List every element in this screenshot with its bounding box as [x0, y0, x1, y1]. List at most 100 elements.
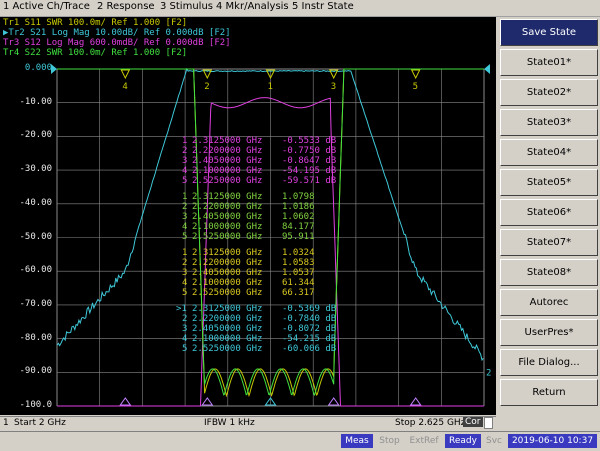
marker-index: 1 — [182, 192, 188, 202]
marker-readout-row: 5 2.5250000 GHz -60.006 dB — [182, 344, 336, 354]
marker-index: >1 — [176, 304, 187, 314]
marker-index: 5 — [182, 288, 188, 298]
marker-value: -0.8647 dB — [282, 156, 337, 166]
menu-bar: 1 Active Ch/Trace 2 Response 3 Stimulus … — [0, 0, 600, 17]
softkey-state04[interactable]: State04* — [500, 139, 598, 166]
marker-value: 1.0537 — [282, 268, 315, 278]
marker-index: 4 — [182, 222, 188, 232]
marker-readout-row: 3 2.4050000 GHz -0.8647 dB — [182, 156, 336, 166]
marker-value: -0.7750 dB — [282, 146, 337, 156]
marker-frequency: 2.4050000 GHz — [192, 212, 263, 222]
y-axis-label: -10.00 — [19, 96, 52, 107]
trace-header-tr2[interactable]: ▶Tr2 S21 Log Mag 10.00dB/ Ref 0.000dB [F… — [3, 29, 231, 38]
y-axis-label: -40.00 — [19, 197, 52, 208]
marker-triangle[interactable] — [410, 69, 421, 80]
marker-value: -0.5533 dB — [282, 136, 337, 146]
marker-readout-row: 3 2.4050000 GHz 1.0602 — [182, 212, 315, 222]
marker-index: 2 — [182, 314, 188, 324]
marker-readout-row: 1 2.3125000 GHz 1.0798 — [182, 192, 315, 202]
marker-value: -54.195 dB — [282, 166, 337, 176]
marker-index: 3 — [182, 156, 188, 166]
trace-end-label: 2 — [486, 369, 491, 379]
menu-instr-state[interactable]: 5 Instr State — [292, 1, 354, 12]
status-ready: Ready — [445, 434, 481, 448]
menu-active-ch-trace[interactable]: 1 Active Ch/Trace — [3, 1, 90, 12]
marker-frequency: 2.4050000 GHz — [192, 268, 263, 278]
marker-value: 61.344 — [282, 278, 315, 288]
marker-value: 84.177 — [282, 222, 315, 232]
softkey-file-dialog[interactable]: File Dialog... — [500, 349, 598, 376]
marker-frequency: 2.5250000 GHz — [192, 232, 263, 242]
reference-level-arrow — [484, 64, 490, 74]
marker-frequency: 2.3125000 GHz — [192, 192, 263, 202]
softkey-return[interactable]: Return — [500, 379, 598, 406]
marker-index: 2 — [182, 146, 188, 156]
y-axis-label: -90.00 — [19, 366, 52, 377]
marker-bottom-triangle[interactable] — [201, 397, 214, 406]
softkey-state01[interactable]: State01* — [500, 49, 598, 76]
marker-readout-row: 5 2.5250000 GHz 95.911 — [182, 232, 315, 242]
trace-header-tr4[interactable]: Tr4 S22 SWR 100.0m/ Ref 1.000 [F2] — [3, 49, 187, 58]
marker-number: 1 — [268, 82, 273, 92]
marker-value: 95.911 — [282, 232, 315, 242]
marker-value: 1.0324 — [282, 248, 315, 258]
marker-bottom-triangle[interactable] — [409, 397, 422, 406]
softkey-state02[interactable]: State02* — [500, 79, 598, 106]
scroll-indicator — [484, 417, 493, 429]
marker-triangle[interactable] — [120, 69, 131, 80]
if-bandwidth[interactable]: IFBW 1 kHz — [204, 418, 255, 428]
trace-header-tr3[interactable]: Tr3 S12 Log Mag 600.0mdB/ Ref 0.000dB [F… — [3, 39, 231, 48]
correction-indicator: Cor — [463, 417, 483, 427]
marker-index: 2 — [182, 258, 188, 268]
softkey-state08[interactable]: State08* — [500, 259, 598, 286]
marker-readout-row: 2 2.2200000 GHz 1.0186 — [182, 202, 315, 212]
marker-readout-row: 4 2.1000000 GHz -54.215 dB — [182, 334, 336, 344]
softkey-autorec[interactable]: Autorec — [500, 289, 598, 316]
marker-index: 1 — [182, 136, 188, 146]
marker-readout-row: 1 2.3125000 GHz -0.5533 dB — [182, 136, 336, 146]
menu-stimulus[interactable]: 3 Stimulus — [160, 1, 213, 12]
trace-header-tr1[interactable]: Tr1 S11 SWR 100.0m/ Ref 1.000 [F2] — [3, 19, 187, 28]
marker-readout-row: 1 2.3125000 GHz 1.0324 — [182, 248, 315, 258]
menu-response[interactable]: 2 Response — [97, 1, 155, 12]
marker-frequency: 2.2200000 GHz — [192, 258, 263, 268]
trace-header-tr2-label: Tr2 S21 Log Mag 10.00dB/ Ref 0.000dB [F2… — [8, 28, 231, 38]
y-axis-label: 0.000 — [24, 63, 52, 73]
marker-readout-row: 4 2.1000000 GHz 61.344 — [182, 278, 315, 288]
marker-index: 4 — [182, 278, 188, 288]
channel-number: 1 — [3, 418, 9, 428]
status-stop: Stop — [379, 436, 400, 446]
marker-bottom-triangle[interactable] — [119, 397, 132, 406]
y-axis-label: -50.00 — [19, 231, 52, 242]
marker-readout-row: >1 2.3125000 GHz -0.5369 dB — [176, 304, 336, 314]
marker-index: 3 — [182, 212, 188, 222]
marker-value: -54.215 dB — [282, 334, 337, 344]
softkey-userpres[interactable]: UserPres* — [500, 319, 598, 346]
measurement-plot[interactable]: 421352 Tr1 S11 SWR 100.0m/ Ref 1.000 [F2… — [0, 17, 496, 415]
marker-readout-row: 2 2.2200000 GHz -0.7840 dB — [182, 314, 336, 324]
marker-frequency: 2.5250000 GHz — [192, 344, 263, 354]
marker-frequency: 2.2200000 GHz — [192, 202, 263, 212]
marker-value: -0.8072 dB — [282, 324, 337, 334]
softkey-save-state[interactable]: Save State — [500, 19, 598, 46]
marker-value: 1.0602 — [282, 212, 315, 222]
marker-readout-row: 5 2.5250000 GHz -59.571 dB — [182, 176, 336, 186]
softkey-state03[interactable]: State03* — [500, 109, 598, 136]
marker-readout-row: 5 2.5250000 GHz 66.317 — [182, 288, 315, 298]
marker-number: 3 — [331, 82, 336, 92]
marker-frequency: 2.5250000 GHz — [192, 288, 263, 298]
softkey-state05[interactable]: State05* — [500, 169, 598, 196]
softkey-state07[interactable]: State07* — [500, 229, 598, 256]
marker-number: 4 — [122, 82, 127, 92]
marker-frequency: 2.1000000 GHz — [192, 278, 263, 288]
menu-mkr-analysis[interactable]: 4 Mkr/Analysis — [216, 1, 289, 12]
marker-index: 4 — [182, 166, 188, 176]
marker-frequency: 2.2200000 GHz — [192, 314, 263, 324]
status-extref: ExtRef — [409, 436, 439, 446]
stop-frequency[interactable]: Stop 2.625 GHz — [395, 418, 465, 428]
softkey-state06[interactable]: State06* — [500, 199, 598, 226]
marker-value: -0.7840 dB — [282, 314, 337, 324]
start-frequency[interactable]: Start 2 GHz — [14, 418, 66, 428]
status-svc: Svc — [486, 436, 502, 446]
marker-bottom-triangle[interactable] — [327, 397, 340, 406]
